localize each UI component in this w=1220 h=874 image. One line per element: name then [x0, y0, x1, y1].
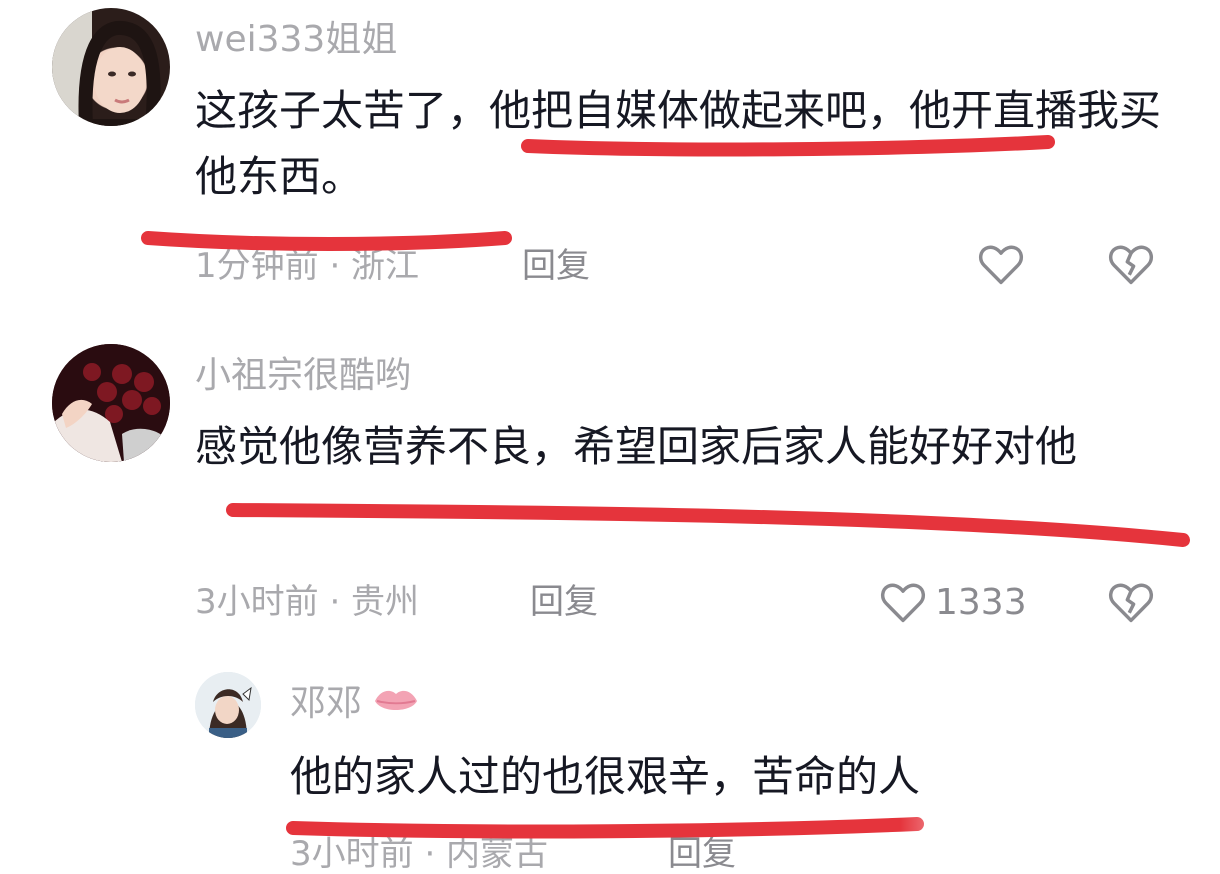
broken-heart-icon [1105, 576, 1157, 628]
comment-meta: 3小时前 · 贵州 [195, 582, 420, 622]
avatar[interactable] [195, 672, 261, 738]
like-button[interactable] [975, 238, 1033, 290]
comment-username[interactable]: 小祖宗很酷哟 [195, 356, 411, 396]
avatar[interactable] [52, 344, 170, 462]
heart-icon [975, 238, 1027, 290]
reply-meta: 3小时前 · 内蒙古 [290, 834, 549, 874]
like-button[interactable]: 1333 [877, 576, 1027, 628]
comment-meta: 1分钟前 · 浙江 [195, 246, 420, 286]
red-underline-mark [226, 503, 1190, 547]
broken-heart-icon [1105, 238, 1157, 290]
bottom-fade-overlay [900, 800, 1220, 869]
comment-text: 感觉他像营养不良，希望回家后家人能好好对他 [195, 422, 1078, 471]
comment-username[interactable]: wei333姐姐 [195, 20, 397, 60]
reply-button[interactable]: 回复 [522, 246, 590, 286]
dislike-button[interactable] [1105, 238, 1157, 290]
reply-button[interactable]: 回复 [530, 582, 598, 622]
like-count: 1333 [935, 581, 1027, 623]
lips-icon [373, 685, 419, 726]
dislike-button[interactable] [1105, 576, 1157, 628]
comment-text: 这孩子太苦了，他把自媒体做起来吧，他开直播我买他东西。 [195, 86, 1162, 201]
avatar[interactable] [52, 8, 170, 126]
reply-button[interactable]: 回复 [668, 834, 736, 874]
reply-username[interactable]: 邓邓 [290, 684, 419, 726]
heart-icon [877, 576, 929, 628]
